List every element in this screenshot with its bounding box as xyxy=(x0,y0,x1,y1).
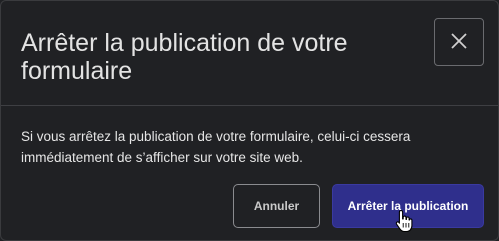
dialog-title: Arrêter la publication de votre formulai… xyxy=(21,29,348,85)
close-button[interactable] xyxy=(434,18,484,66)
stop-publication-button[interactable]: Arrêter la publication xyxy=(332,184,484,228)
dialog-message: Si vous arrêtez la publication de votre … xyxy=(21,129,411,165)
dialog-header: Arrêter la publication de votre formulai… xyxy=(1,1,498,106)
close-icon xyxy=(450,32,468,53)
cancel-button[interactable]: Annuler xyxy=(233,184,320,228)
unpublish-form-dialog: Arrêter la publication de votre formulai… xyxy=(0,0,499,241)
